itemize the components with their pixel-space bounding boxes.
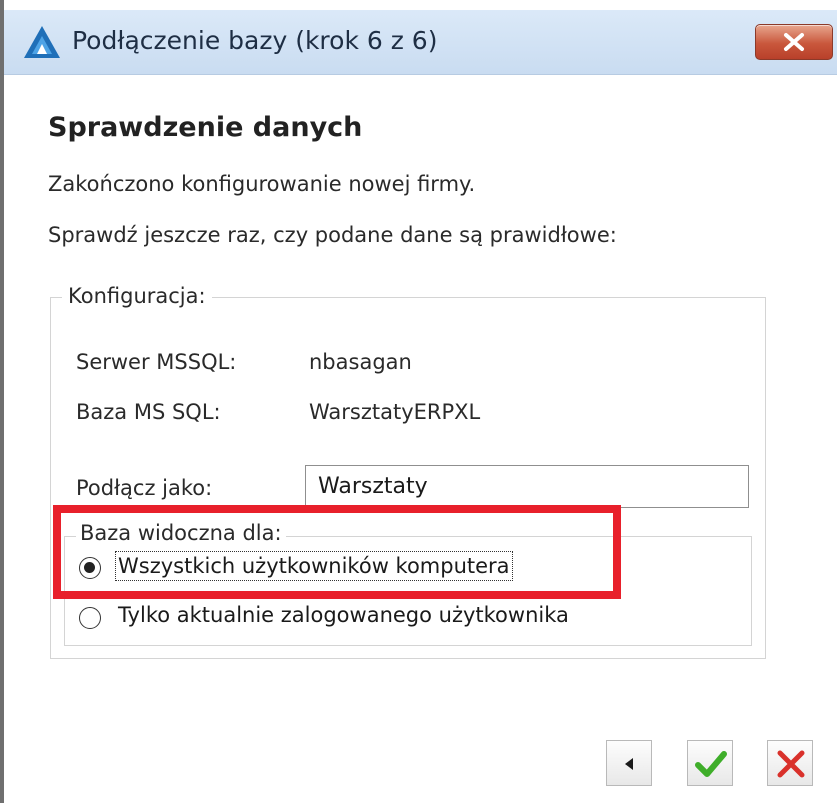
back-button[interactable]: [606, 740, 652, 786]
cancel-button[interactable]: [767, 740, 813, 786]
connect-as-input[interactable]: Warsztaty: [305, 465, 749, 508]
connect-as-label: Podłącz jako:: [76, 476, 213, 500]
red-x-icon: [777, 750, 805, 778]
info-line-verify: Sprawdź jeszcze raz, czy podane dane są …: [48, 223, 617, 247]
highlight-annotation-box: [53, 505, 621, 599]
app-logo-icon: [24, 26, 60, 58]
close-button[interactable]: [755, 24, 833, 60]
window-top-edge: [4, 0, 837, 10]
database-label: Baza MS SQL:: [76, 400, 221, 424]
back-arrow-icon: [625, 758, 633, 770]
page-heading: Sprawdzenie danych: [48, 112, 363, 143]
close-icon: [784, 33, 804, 51]
title-bar[interactable]: Podłączenie bazy (krok 6 z 6): [4, 10, 837, 75]
checkmark-icon: [695, 751, 727, 777]
radio-current-user-label[interactable]: Tylko aktualnie zalogowanego użytkownika: [118, 603, 569, 627]
dialog-window: Podłączenie bazy (krok 6 z 6) Sprawdzeni…: [0, 0, 837, 803]
info-line-completed: Zakończono konfigurowanie nowej firmy.: [48, 172, 476, 196]
window-title: Podłączenie bazy (krok 6 z 6): [72, 26, 438, 55]
server-value: nbasagan: [309, 350, 412, 374]
configuration-group-label: Konfiguracja:: [62, 284, 212, 308]
radio-current-user[interactable]: [79, 607, 101, 629]
server-label: Serwer MSSQL:: [76, 350, 237, 374]
database-value: WarsztatyERPXL: [309, 400, 481, 424]
confirm-button[interactable]: [687, 740, 733, 786]
